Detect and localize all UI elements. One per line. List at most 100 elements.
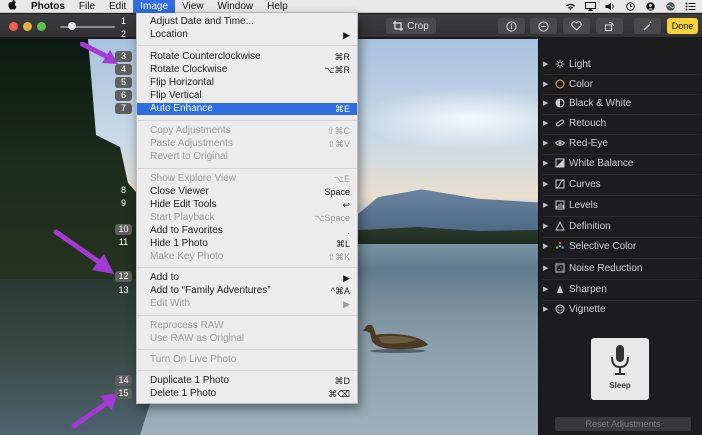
sleep-button[interactable]: Sleep [591, 338, 649, 400]
menu-app-name[interactable]: Photos [24, 0, 72, 13]
favorite-button[interactable] [563, 18, 590, 34]
status-icons [565, 1, 702, 11]
zoom-slider-knob[interactable] [68, 22, 76, 30]
menu-bar: Photos File Edit Image View Window Help [0, 0, 702, 13]
disclosure-triangle-icon[interactable]: ▶ [543, 242, 553, 250]
menu-item-auto-enhance[interactable]: Auto Enhance ⌘E [137, 103, 357, 115]
adjustment-black-white[interactable]: ▶ Black & White [543, 95, 699, 111]
adjustment-selective-color[interactable]: ▶ Selective Color [543, 238, 699, 254]
adjustment-definition[interactable]: ▶ Definition [543, 218, 699, 234]
submenu-arrow-icon: ▶ [343, 273, 350, 283]
menu-item-flip-horizontal[interactable]: Flip Horizontal [137, 77, 357, 89]
magic-wand-button[interactable] [634, 18, 661, 34]
menu-item-add-to-family-adventures[interactable]: Add to “Family Adventures” ^⌘A [137, 285, 357, 297]
apple-menu-icon[interactable] [0, 0, 24, 13]
menu-image[interactable]: Image [133, 0, 176, 13]
menu-item-adjust-date-time[interactable]: Adjust Date and Time... [137, 16, 357, 28]
menu-item-hide-photo[interactable]: Hide 1 Photo ⌘L [137, 238, 357, 250]
adjustment-color[interactable]: ▶ Color [543, 76, 699, 92]
adjustment-light[interactable]: ▶ Light [543, 56, 699, 72]
disclosure-triangle-icon[interactable]: ▶ [543, 180, 553, 188]
menu-item-add-to[interactable]: Add to ▶ [137, 272, 357, 284]
disclosure-triangle-icon[interactable]: ▶ [543, 222, 553, 230]
sidebar-divider [543, 216, 699, 217]
disclosure-triangle-icon[interactable]: ▶ [543, 99, 553, 107]
disclosure-triangle-icon[interactable]: ▶ [543, 119, 553, 127]
menu-item-rotate-clockwise[interactable]: Rotate Clockwise ⌥⌘R [137, 64, 357, 76]
menu-item-flip-vertical[interactable]: Flip Vertical [137, 90, 357, 102]
vignette-icon [553, 304, 566, 314]
microphone-icon [611, 345, 629, 375]
half-circle-icon [553, 98, 566, 108]
siri-icon[interactable] [665, 1, 676, 11]
disclosure-triangle-icon[interactable]: ▶ [543, 159, 553, 167]
step-badge: 12 [115, 271, 132, 282]
close-window-button[interactable] [9, 22, 18, 31]
submenu-arrow-icon: ▶ [343, 30, 350, 40]
white-balance-icon [553, 158, 566, 168]
step-badge: 13 [118, 285, 129, 295]
noise-icon [553, 263, 566, 273]
menu-item-add-to-favorites[interactable]: Add to Favorites. [137, 225, 357, 237]
menu-item-duplicate-photo[interactable]: Duplicate 1 Photo ⌘D [137, 375, 357, 387]
adjust-button[interactable] [530, 18, 557, 34]
step-badge: 2 [120, 29, 126, 39]
adjustment-sharpen[interactable]: ▶ Sharpen [543, 281, 699, 297]
disclosure-triangle-icon[interactable]: ▶ [543, 285, 553, 293]
menu-item-delete-photo[interactable]: Delete 1 Photo ⌘⌫ [137, 388, 357, 400]
menu-item-edit-with: Edit With ▶ [150, 298, 350, 309]
step-badge: 14 [115, 375, 132, 386]
menu-item-hide-edit-tools[interactable]: Hide Edit Tools ↩ [137, 199, 357, 211]
disclosure-triangle-icon[interactable]: ▶ [543, 305, 553, 313]
adjustment-red-eye[interactable]: ▶ Red-Eye [543, 135, 699, 151]
wifi-icon[interactable] [565, 2, 576, 11]
photo-duck [362, 324, 428, 353]
menu-item-show-explore-view: Show Explore View ⌥E [150, 173, 350, 184]
airplay-icon[interactable] [585, 1, 596, 11]
menu-file[interactable]: File [72, 0, 102, 13]
disclosure-triangle-icon[interactable]: ▶ [543, 139, 553, 147]
adjustment-levels[interactable]: ▶ Levels [543, 197, 699, 213]
info-icon [506, 20, 517, 32]
done-button[interactable]: Done [667, 18, 698, 34]
menu-edit[interactable]: Edit [102, 0, 133, 13]
disclosure-triangle-icon[interactable]: ▶ [543, 201, 553, 209]
zoom-window-button[interactable] [37, 22, 46, 31]
step-badge: 1 [120, 16, 126, 26]
menu-item-close-viewer[interactable]: Close Viewer Space [137, 186, 357, 198]
menu-window[interactable]: Window [211, 0, 261, 13]
step-badge: 15 [115, 388, 132, 399]
step-badge: 11 [118, 237, 129, 247]
menu-item-use-raw-as-original: Use RAW as Original [150, 333, 245, 344]
adjustment-retouch[interactable]: ▶ Retouch [543, 115, 699, 131]
user-icon[interactable] [645, 1, 656, 11]
menu-item-reprocess-raw: Reprocess RAW [150, 320, 224, 331]
info-button[interactable] [498, 18, 525, 34]
reset-adjustments-button[interactable]: Reset Adjustments [555, 417, 691, 431]
adjustment-white-balance[interactable]: ▶ White Balance [543, 155, 699, 171]
notification-center-icon[interactable] [685, 2, 696, 11]
adjustment-vignette[interactable]: ▶ Vignette [543, 301, 699, 317]
disclosure-triangle-icon[interactable]: ▶ [543, 80, 553, 88]
volume-icon[interactable] [605, 2, 616, 11]
menu-view[interactable]: View [175, 0, 211, 13]
menu-help[interactable]: Help [260, 0, 295, 13]
crop-button[interactable]: Crop [386, 18, 436, 34]
rotate-icon [605, 21, 614, 31]
rotate-button[interactable] [596, 18, 623, 34]
disclosure-triangle-icon[interactable]: ▶ [543, 264, 553, 272]
sleep-label: Sleep [609, 381, 631, 390]
adjustment-noise-reduction[interactable]: ▶ Noise Reduction [543, 260, 699, 276]
disclosure-triangle-icon[interactable]: ▶ [543, 60, 553, 68]
menu-item-make-key-photo: Make Key Photo ⇧⌘K [150, 251, 350, 262]
adjustment-curves[interactable]: ▶ Curves [543, 176, 699, 192]
menu-item-rotate-counterclockwise[interactable]: Rotate Counterclockwise ⌘R [137, 51, 357, 63]
clock-icon[interactable] [625, 1, 636, 11]
menu-item-copy-adjustments: Copy Adjustments ⇧⌘C [150, 125, 350, 136]
menu-item-location[interactable]: Location ▶ [137, 29, 357, 41]
magic-wand-icon [643, 21, 652, 30]
sun-icon [553, 59, 566, 69]
minimize-window-button[interactable] [23, 22, 32, 31]
menu-separator [137, 267, 357, 268]
crop-icon [393, 21, 404, 31]
